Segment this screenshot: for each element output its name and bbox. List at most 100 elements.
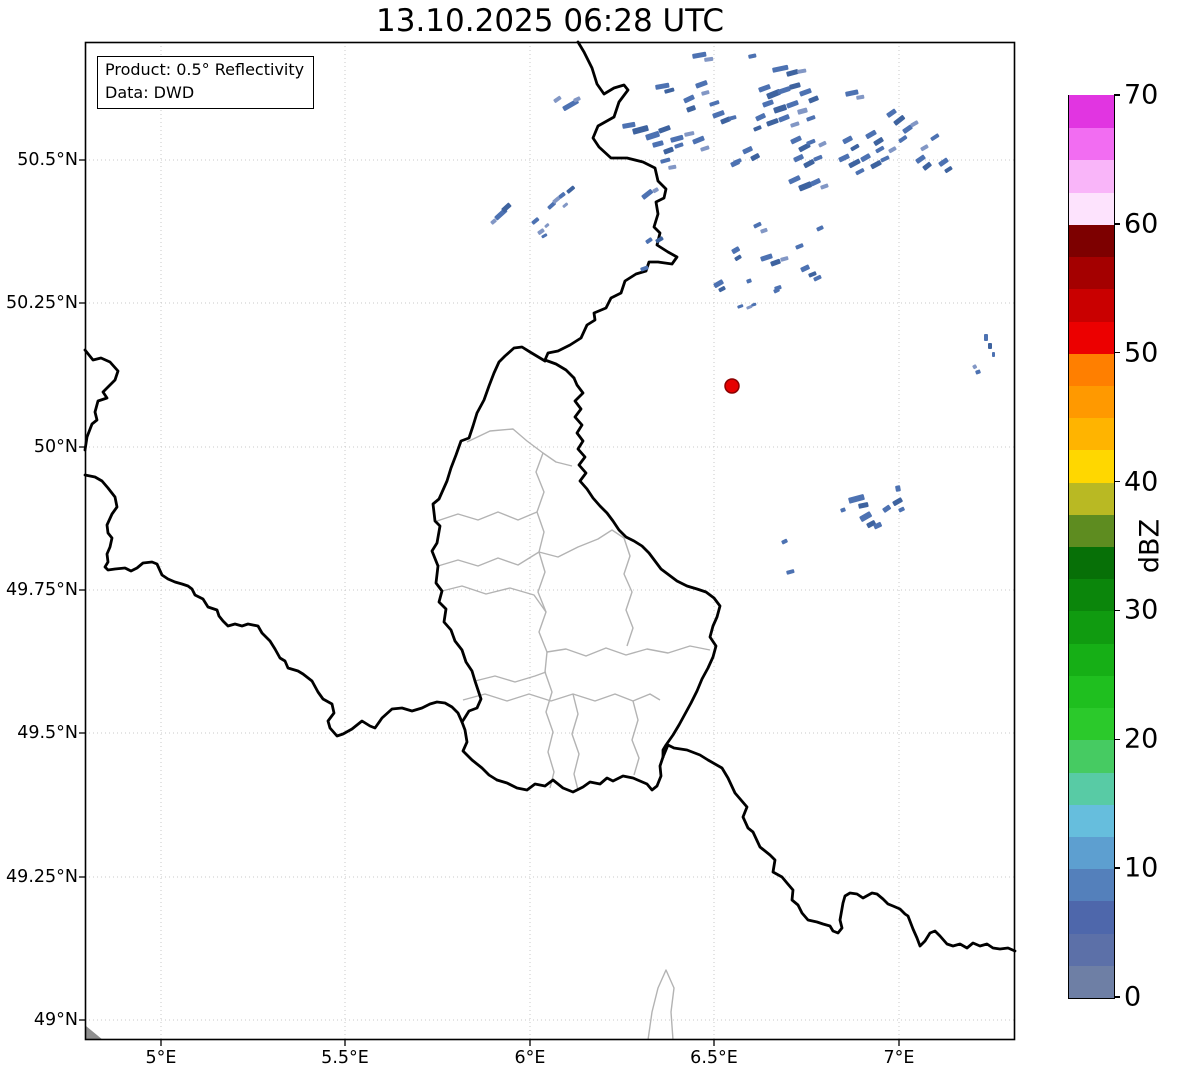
radar-echo [670, 134, 684, 143]
radar-echo [850, 143, 860, 152]
radar-echo [674, 142, 684, 149]
x-tick-label: 7°E [883, 1048, 915, 1068]
country-border [83, 348, 120, 452]
colorbar-segment [1069, 643, 1114, 676]
radar-echo [886, 108, 897, 118]
radar-echo [842, 135, 853, 145]
radar-echo [695, 80, 708, 89]
radar-echo [562, 202, 569, 208]
radar-echo [778, 114, 790, 123]
colorbar-tick-mark [1114, 996, 1120, 998]
region-border [437, 529, 625, 567]
radar-echo [888, 146, 897, 154]
radar-echo [770, 258, 781, 267]
colorbar-segment [1069, 159, 1114, 193]
radar-echo [700, 145, 710, 152]
colorbar-tick-label: 70 [1124, 79, 1159, 111]
radar-echo [838, 153, 850, 163]
plot-frame [84, 41, 1016, 1041]
product-annotation-box: Product: 0.5° Reflectivity Data: DWD [97, 56, 315, 110]
region-border [631, 700, 640, 776]
radar-echo [686, 105, 696, 113]
colorbar-segment [1069, 578, 1114, 612]
radar-echo [652, 140, 664, 148]
radar-echo [816, 225, 824, 232]
radar-echo [766, 118, 779, 127]
radar-echo [789, 82, 801, 90]
radar-echo [746, 278, 752, 284]
radar-echo [772, 64, 789, 73]
radar-echo [920, 144, 929, 152]
radar-echo [734, 254, 742, 262]
radar-echo [845, 89, 859, 97]
radar-echo [870, 160, 882, 170]
radar-site-marker [724, 378, 740, 394]
colorbar-segment [1069, 192, 1114, 225]
colorbar-segment [1069, 771, 1114, 805]
radar-echo [808, 271, 817, 278]
radar-echo [930, 133, 940, 141]
colorbar-tick-label: 30 [1124, 594, 1159, 626]
radar-echo [788, 175, 801, 185]
country-border [83, 473, 464, 738]
radar-echo [860, 153, 871, 162]
radar-echo [798, 181, 812, 192]
colorbar-tick-label: 60 [1124, 208, 1159, 240]
country-border [661, 743, 1017, 953]
region-border [647, 969, 675, 1041]
radar-echo [664, 87, 675, 94]
region-border [623, 537, 634, 647]
radar-echo [810, 178, 821, 187]
radar-echo [892, 497, 903, 506]
radar-echo [712, 110, 725, 119]
radar-echo [855, 168, 865, 176]
radar-echo [813, 154, 823, 162]
radar-echo [750, 153, 760, 162]
radar-echo [797, 68, 807, 74]
radar-echo [992, 352, 995, 357]
radar-echo [895, 485, 901, 492]
colorbar-segment [1069, 610, 1114, 644]
y-tick-label: 50.5°N [17, 150, 78, 170]
region-border [544, 651, 555, 789]
colorbar-tick-mark [1114, 609, 1120, 612]
colorbar-segment [1069, 481, 1114, 515]
radar-echo [728, 115, 737, 121]
radar-echo [777, 86, 791, 95]
radar-echo [984, 334, 988, 341]
corner-wedge [86, 1026, 103, 1040]
region-border [571, 693, 580, 791]
radar-figure: 13.10.2025 06:28 UTC Product: 0.5° Refle… [0, 0, 1202, 1081]
radar-echo [806, 138, 816, 146]
radar-echo [684, 131, 695, 137]
radar-echo [753, 125, 762, 132]
radar-echo [751, 302, 757, 307]
radar-echo [938, 157, 949, 167]
radar-echo [553, 95, 562, 103]
radar-echo [858, 502, 869, 509]
radar-echo [875, 145, 885, 154]
radar-echo [944, 166, 953, 174]
radar-echo [709, 100, 720, 107]
y-tick-label: 50.25°N [6, 293, 78, 313]
radar-echo [704, 56, 714, 62]
radar-echo [655, 82, 670, 90]
colorbar-segment [1069, 546, 1114, 580]
radar-echo [748, 53, 757, 59]
radar-echo [975, 369, 981, 375]
radar-echo [531, 217, 540, 225]
radar-echo [898, 506, 905, 513]
y-tick-label: 49.25°N [6, 867, 78, 887]
colorbar-segment [1069, 417, 1114, 451]
colorbar-segment [1069, 95, 1114, 129]
country-border [543, 40, 679, 380]
country-border [430, 345, 547, 782]
radar-echo [692, 135, 705, 145]
radar-echo [786, 69, 799, 77]
radar-echo [753, 221, 762, 229]
region-border [462, 693, 661, 702]
radar-echo [541, 233, 548, 239]
colorbar-tick-label: 10 [1124, 852, 1159, 884]
colorbar-segment [1069, 224, 1114, 258]
radar-echo [915, 154, 926, 164]
